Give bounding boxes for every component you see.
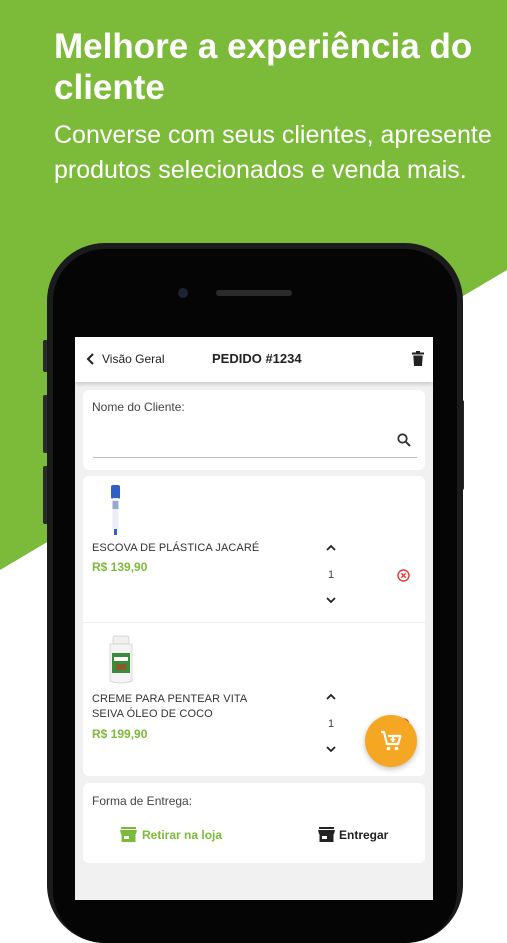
delivery-option-label: Entregar [339, 828, 389, 842]
remove-item-icon[interactable] [397, 569, 410, 582]
store-icon [318, 827, 335, 842]
customer-name-field[interactable] [93, 457, 417, 458]
search-icon[interactable] [397, 433, 411, 447]
delivery-label: Forma de Entrega: [92, 794, 193, 808]
add-to-cart-button[interactable] [365, 715, 417, 767]
app-bar: Visão Geral PEDIDO #1234 [75, 337, 433, 382]
promo-headline: Melhore a experiência do cliente [54, 27, 473, 107]
product-name: CREME PARA PENTEAR VITA SEIVA ÓLEO DE CO… [92, 693, 247, 720]
chevron-left-icon[interactable] [85, 351, 97, 367]
quantity-value[interactable]: 1 [328, 569, 334, 581]
product-price: R$ 199,90 [92, 727, 148, 741]
chevron-down-icon[interactable] [326, 596, 336, 604]
phone-speaker [216, 290, 292, 296]
delivery-option-label: Retirar na loja [142, 828, 223, 842]
product-name: ESCOVA DE PLÁSTICA JACARÉ [92, 542, 260, 554]
customer-card: Nome do Cliente: [83, 390, 425, 470]
delivery-card: Forma de Entrega: [83, 783, 425, 863]
store-icon [120, 827, 137, 842]
chevron-down-icon[interactable] [326, 745, 336, 753]
app-screen: Visão Geral PEDIDO #1234 Nome do Cliente… [75, 337, 433, 900]
back-button[interactable]: Visão Geral [102, 352, 164, 366]
trash-icon[interactable] [412, 351, 424, 366]
product-image [111, 485, 120, 535]
product-image [109, 635, 133, 684]
delivery-option-pickup[interactable]: Retirar na loja [120, 826, 230, 844]
customer-name-label: Nome do Cliente: [92, 400, 185, 414]
front-camera [178, 288, 188, 298]
promo-subline: Converse com seus clientes, apresente pr… [54, 121, 492, 184]
product-divider [83, 622, 425, 623]
product-price: R$ 139,90 [92, 560, 148, 574]
chevron-up-icon[interactable] [326, 544, 336, 552]
cart-add-icon [381, 730, 402, 751]
delivery-option-delivery[interactable]: Entregar [318, 826, 418, 844]
chevron-up-icon[interactable] [326, 693, 336, 701]
quantity-value[interactable]: 1 [328, 718, 334, 730]
page-title: PEDIDO #1234 [212, 351, 302, 366]
